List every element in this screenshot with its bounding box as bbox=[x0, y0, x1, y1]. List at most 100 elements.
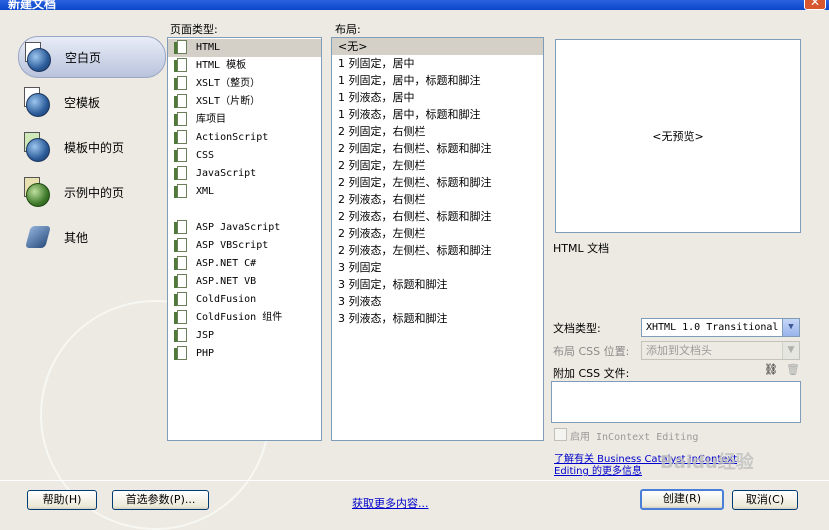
layout-item[interactable]: 2 列液态，左侧栏 bbox=[332, 225, 543, 242]
layout-item[interactable]: 2 列固定，左侧栏 bbox=[332, 157, 543, 174]
layout-item[interactable]: 3 列液态，标题和脚注 bbox=[332, 310, 543, 327]
page-type-item-actionscript[interactable]: ActionScript bbox=[168, 129, 321, 147]
page-type-item-label: JSP bbox=[196, 330, 215, 341]
xml-file-icon bbox=[174, 184, 188, 200]
incontext-checkbox bbox=[554, 428, 567, 441]
page-type-item-label: JavaScript bbox=[196, 168, 257, 179]
page-type-item-label: HTML 模板 bbox=[196, 60, 247, 71]
nav-item-page-from-template[interactable]: 模板中的页 bbox=[18, 126, 166, 168]
layout-item[interactable]: 3 列液态 bbox=[332, 293, 543, 310]
page-type-item-asp-javascript[interactable]: ASP JavaScript bbox=[168, 219, 321, 237]
help-button[interactable]: 帮助(H) bbox=[27, 490, 97, 510]
page-type-item-php[interactable]: PHP bbox=[168, 345, 321, 363]
trash-icon: 🗑 bbox=[786, 363, 800, 376]
layout-item[interactable]: 2 列固定，右侧栏 bbox=[332, 123, 543, 140]
page-type-item-label: ASP VBScript bbox=[196, 240, 269, 251]
page-type-item-xslt-fragment[interactable]: XSLT（片断） bbox=[168, 93, 321, 111]
nav-item-blank-template[interactable]: 空模板 bbox=[18, 81, 166, 123]
page-type-item-label: ColdFusion bbox=[196, 294, 257, 305]
get-more-content-link[interactable]: 获取更多内容... bbox=[352, 495, 429, 511]
layout-label: 布局: bbox=[335, 23, 361, 36]
layout-item[interactable]: 1 列固定，居中，标题和脚注 bbox=[332, 72, 543, 89]
nav-item-blank-page[interactable]: 空白页 bbox=[18, 36, 166, 78]
page-type-item-aspnet-csharp[interactable]: ASP.NET C# bbox=[168, 255, 321, 273]
layout-item[interactable]: 1 列固定，居中 bbox=[332, 55, 543, 72]
aspnet-vb-file-icon bbox=[174, 274, 188, 290]
page-type-item-library[interactable]: 库项目 bbox=[168, 111, 321, 129]
page-type-item-label: ASP.NET VB bbox=[196, 276, 257, 287]
layout-item[interactable]: 2 列液态，右侧栏、标题和脚注 bbox=[332, 208, 543, 225]
page-type-item-coldfusion-component[interactable]: ColdFusion 组件 bbox=[168, 309, 321, 327]
doctype-label: 文档类型: bbox=[553, 322, 601, 335]
preferences-button[interactable]: 首选参数(P)... bbox=[112, 490, 209, 510]
chevron-down-icon[interactable]: ▼ bbox=[782, 319, 799, 336]
nav-item-label: 其他 bbox=[64, 230, 89, 245]
page-type-item-asp-vbscript[interactable]: ASP VBScript bbox=[168, 237, 321, 255]
learn-more-link-line2[interactable]: Editing 的更多信息 bbox=[554, 462, 642, 477]
page-type-item-label: CSS bbox=[196, 150, 215, 161]
cancel-button[interactable]: 取消(C) bbox=[732, 490, 798, 510]
page-type-item-label: XSLT（片断） bbox=[196, 96, 261, 107]
page-type-item-jsp[interactable]: JSP bbox=[168, 327, 321, 345]
page-from-sample-icon bbox=[22, 177, 56, 207]
nav-item-page-from-sample[interactable]: 示例中的页 bbox=[18, 171, 166, 213]
title-bar: 新建文档 ✕ bbox=[0, 0, 829, 10]
page-type-item-label: ColdFusion 组件 bbox=[196, 312, 283, 323]
xslt-file-icon bbox=[174, 76, 188, 92]
blank-template-icon bbox=[22, 87, 56, 117]
preview-description: HTML 文档 bbox=[553, 242, 610, 255]
attach-link-icon[interactable]: ⛓ bbox=[764, 364, 778, 376]
asp-javascript-file-icon bbox=[174, 220, 188, 236]
other-icon bbox=[22, 222, 56, 252]
layout-item[interactable]: 1 列液态，居中，标题和脚注 bbox=[332, 106, 543, 123]
nav-item-label: 模板中的页 bbox=[64, 140, 125, 155]
attach-css-label: 附加 CSS 文件: bbox=[553, 367, 630, 380]
baidu-watermark: Baidu经验 bbox=[660, 452, 754, 473]
javascript-file-icon bbox=[174, 166, 188, 182]
page-type-item-coldfusion[interactable]: ColdFusion bbox=[168, 291, 321, 309]
page-type-label: 页面类型: bbox=[170, 23, 218, 36]
layout-list[interactable]: <无> 1 列固定，居中 1 列固定，居中，标题和脚注 1 列液态，居中 1 列… bbox=[331, 37, 544, 441]
jsp-file-icon bbox=[174, 328, 188, 344]
page-type-item-label: HTML bbox=[196, 42, 221, 53]
layout-item[interactable]: 3 列固定，标题和脚注 bbox=[332, 276, 543, 293]
page-type-item-css[interactable]: CSS bbox=[168, 147, 321, 165]
aspnet-csharp-file-icon bbox=[174, 256, 188, 272]
page-type-item-html[interactable]: HTML bbox=[168, 39, 321, 57]
page-type-item-label: ActionScript bbox=[196, 132, 269, 143]
page-type-item-label: 库项目 bbox=[196, 114, 226, 125]
close-button[interactable]: ✕ bbox=[804, 0, 826, 10]
library-file-icon bbox=[174, 112, 188, 128]
page-type-item-html-template[interactable]: HTML 模板 bbox=[168, 57, 321, 75]
attached-css-list[interactable] bbox=[551, 381, 801, 423]
html-template-file-icon bbox=[174, 58, 188, 74]
php-file-icon bbox=[174, 346, 188, 362]
nav-item-other[interactable]: 其他 bbox=[18, 216, 166, 258]
layout-item[interactable]: 2 列液态，右侧栏 bbox=[332, 191, 543, 208]
preview-panel: <无预览> bbox=[555, 39, 801, 233]
doctype-value: XHTML 1.0 Transitional bbox=[646, 322, 779, 333]
page-type-list[interactable]: HTML HTML 模板 XSLT（整页） XSLT（片断） 库项目 Actio… bbox=[167, 37, 322, 441]
page-type-item-aspnet-vb[interactable]: ASP.NET VB bbox=[168, 273, 321, 291]
create-button[interactable]: 创建(R) bbox=[640, 489, 724, 510]
page-type-item-xslt-full[interactable]: XSLT（整页） bbox=[168, 75, 321, 93]
layout-item[interactable]: 2 列液态，左侧栏、标题和脚注 bbox=[332, 242, 543, 259]
asp-vbscript-file-icon bbox=[174, 238, 188, 254]
page-type-items: HTML HTML 模板 XSLT（整页） XSLT（片断） 库项目 Actio… bbox=[168, 38, 321, 363]
css-file-icon bbox=[174, 148, 188, 164]
layout-item[interactable]: 2 列固定，右侧栏、标题和脚注 bbox=[332, 140, 543, 157]
layout-item[interactable]: 3 列固定 bbox=[332, 259, 543, 276]
coldfusion-component-file-icon bbox=[174, 310, 188, 326]
page-type-item-label: ASP JavaScript bbox=[196, 222, 281, 233]
doctype-select[interactable]: XHTML 1.0 Transitional ▼ bbox=[641, 318, 800, 337]
page-type-item-xml[interactable]: XML bbox=[168, 183, 321, 201]
layout-item[interactable]: <无> bbox=[332, 38, 543, 55]
chevron-down-icon: ▼ bbox=[782, 342, 799, 359]
layout-item[interactable]: 2 列固定，左侧栏、标题和脚注 bbox=[332, 174, 543, 191]
page-type-item-javascript[interactable]: JavaScript bbox=[168, 165, 321, 183]
layout-css-label: 布局 CSS 位置: bbox=[553, 345, 630, 358]
layout-item[interactable]: 1 列液态，居中 bbox=[332, 89, 543, 106]
layout-items: <无> 1 列固定，居中 1 列固定，居中，标题和脚注 1 列液态，居中 1 列… bbox=[332, 38, 543, 327]
layout-css-select: 添加到文档头 ▼ bbox=[641, 341, 800, 360]
category-nav: 空白页 空模板 模板中的页 示例中的页 其他 bbox=[18, 36, 166, 261]
